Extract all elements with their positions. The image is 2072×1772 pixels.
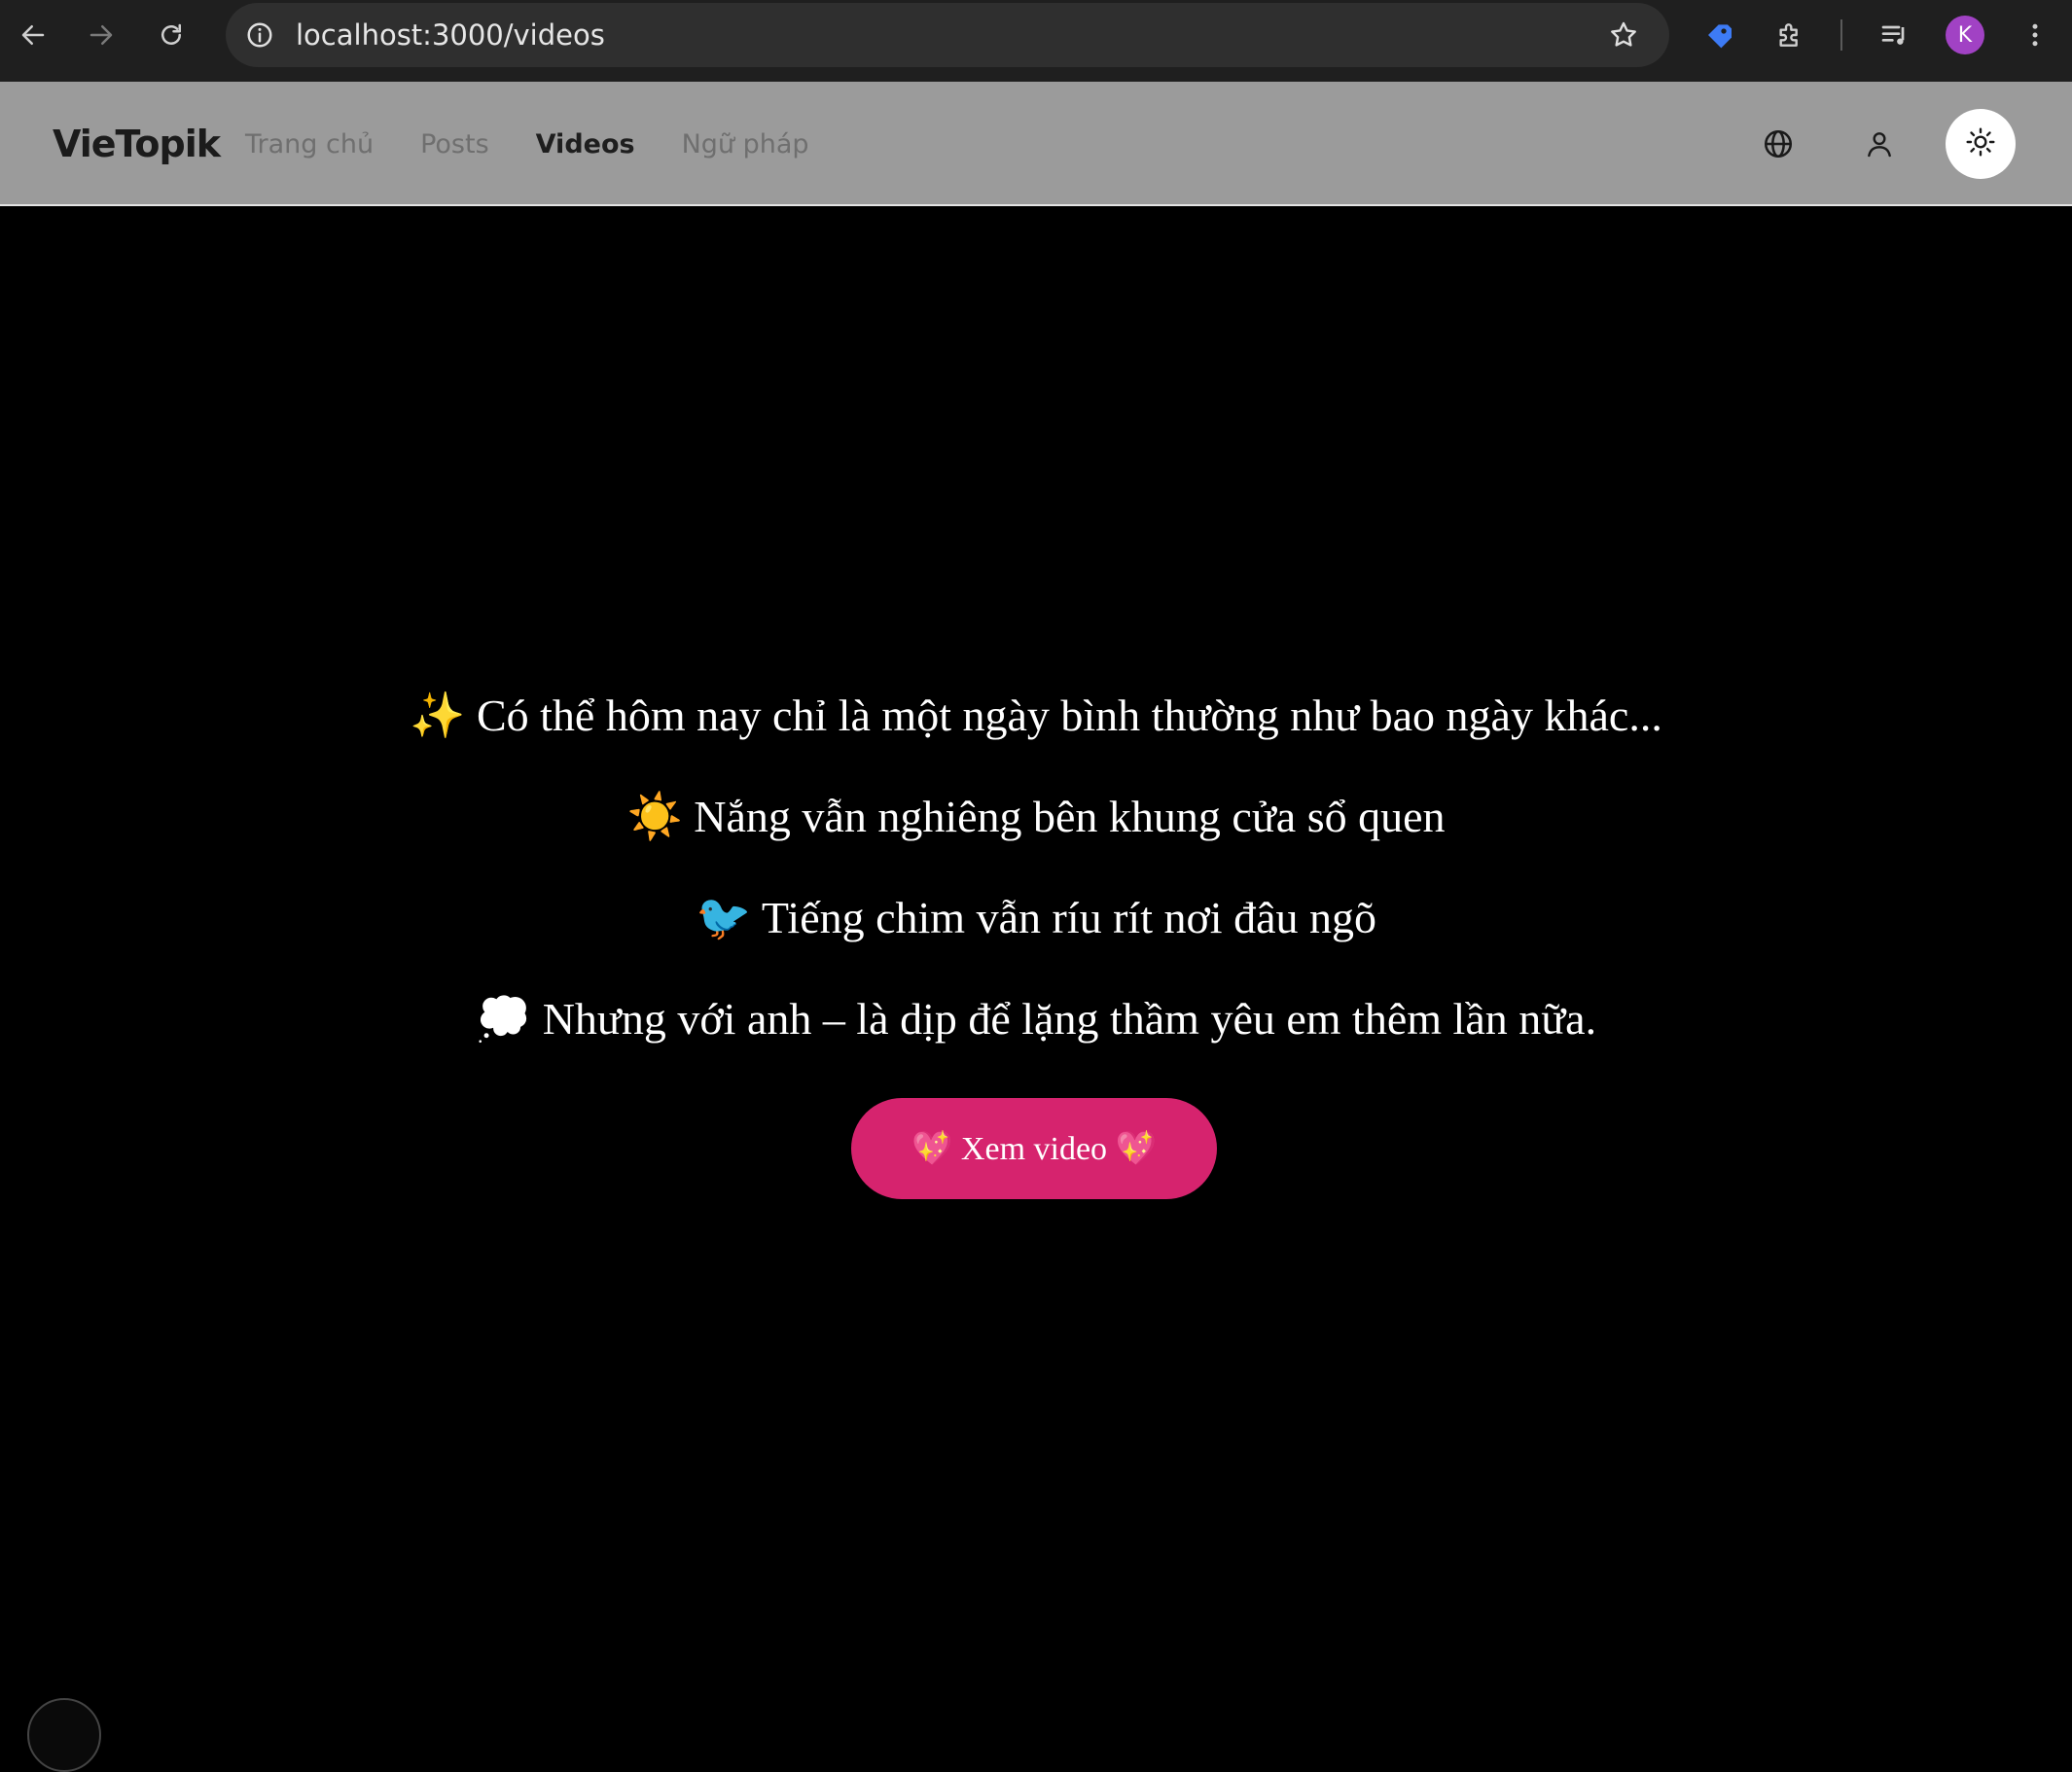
main-nav: Trang chủ Posts Videos Ngữ pháp [245, 82, 809, 206]
intro-poem: ✨ Có thể hôm nay chỉ là một ngày bình th… [0, 665, 2072, 1070]
poem-line-2: ☀️ Nắng vẫn nghiêng bên khung cửa sổ que… [626, 792, 1446, 841]
bookmark-star-icon[interactable] [1607, 18, 1640, 52]
extensions-puzzle-icon[interactable] [1772, 18, 1807, 53]
browser-menu-icon[interactable] [2018, 18, 2053, 53]
profile-avatar[interactable]: K [1946, 16, 1984, 54]
toolbar-divider [1840, 19, 1842, 51]
video-intro-section: ✨ Có thể hôm nay chỉ là một ngày bình th… [0, 208, 2072, 1772]
back-icon[interactable] [16, 18, 51, 53]
reload-icon[interactable] [154, 18, 189, 53]
nav-link-videos[interactable]: Videos [536, 129, 635, 159]
forward-icon[interactable] [84, 18, 119, 53]
nav-link-posts[interactable]: Posts [420, 129, 489, 159]
browser-toolbar: localhost:3000/videos K [0, 0, 2072, 82]
poem-line-1: ✨ Có thể hôm nay chỉ là một ngày bình th… [410, 691, 1662, 740]
watch-video-button[interactable]: 💖 Xem video 💖 [851, 1098, 1217, 1199]
media-queue-icon[interactable] [1877, 18, 1912, 53]
site-info-icon[interactable] [243, 18, 276, 52]
site-header: VieTopik Trang chủ Posts Videos Ngữ pháp [0, 82, 2072, 206]
url-text[interactable]: localhost:3000/videos [296, 3, 605, 67]
nav-link-grammar[interactable]: Ngữ pháp [682, 129, 809, 159]
poem-line-4: 💭 Nhưng với anh – là dịp để lặng thầm yê… [475, 994, 1597, 1044]
brand-logo[interactable]: VieTopik [53, 82, 221, 206]
sun-icon [1965, 126, 1996, 162]
globe-icon[interactable] [1755, 121, 1802, 167]
extension-tag-icon[interactable] [1702, 18, 1737, 53]
theme-toggle-button[interactable] [1946, 109, 2016, 179]
poem-line-3: 🐦 Tiếng chim vẫn ríu rít nơi đâu ngõ [695, 893, 1377, 942]
nav-link-home[interactable]: Trang chủ [245, 129, 374, 159]
user-icon[interactable] [1856, 121, 1903, 167]
floating-corner-button[interactable] [27, 1698, 101, 1772]
address-bar[interactable]: localhost:3000/videos [226, 3, 1669, 67]
